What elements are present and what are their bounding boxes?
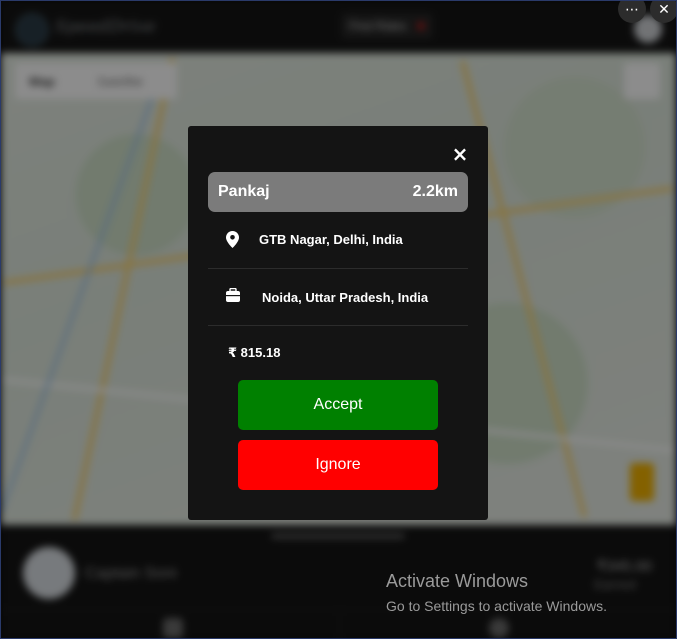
close-icon[interactable]: × [450, 144, 470, 164]
window-close-icon[interactable]: ✕ [650, 1, 676, 23]
app-window: SpeedDrive Find Rides Map Satellite Capt… [0, 0, 677, 639]
drop-location: Noida, Uttar Pradesh, India [262, 290, 429, 305]
map-pin-icon [226, 231, 239, 253]
watermark-title: Activate Windows [386, 571, 529, 591]
fare-amount: ₹ 815.18 [228, 345, 281, 360]
rider-name: Pankaj [218, 183, 270, 200]
pickup-location: GTB Nagar, Delhi, India [259, 232, 403, 247]
watermark-subtitle: Go to Settings to activate Windows. [386, 598, 607, 614]
ignore-button[interactable]: Ignore [238, 440, 438, 490]
activate-windows-watermark: Activate Windows Go to Settings to activ… [386, 571, 607, 614]
pickup-row: GTB Nagar, Delhi, India [208, 212, 468, 269]
drop-row: Noida, Uttar Pradesh, India [208, 269, 468, 326]
rider-summary: Pankaj 2.2km [208, 172, 468, 212]
accept-button[interactable]: Accept [238, 380, 438, 430]
ride-distance: 2.2km [412, 183, 458, 200]
ride-request-modal: × Pankaj 2.2km GTB Nagar, Delhi, India N… [188, 126, 488, 520]
briefcase-icon [226, 287, 240, 307]
